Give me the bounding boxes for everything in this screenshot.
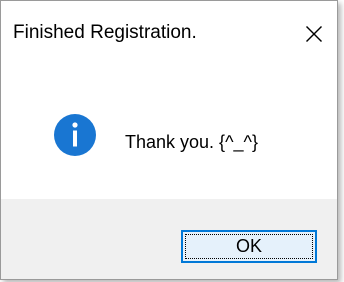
close-button[interactable] (291, 1, 337, 67)
ok-button[interactable]: OK (181, 230, 317, 263)
close-icon (306, 26, 322, 42)
message-dialog: Finished Registration. Thank you. {^_^} … (0, 0, 338, 280)
dialog-content: Thank you. {^_^} (1, 71, 337, 199)
dialog-title: Finished Registration. (13, 22, 197, 43)
title-bar[interactable]: Finished Registration. (1, 1, 337, 71)
dialog-message: Thank you. {^_^} (125, 132, 258, 152)
info-icon (54, 114, 96, 156)
dialog-footer: OK (1, 199, 337, 279)
